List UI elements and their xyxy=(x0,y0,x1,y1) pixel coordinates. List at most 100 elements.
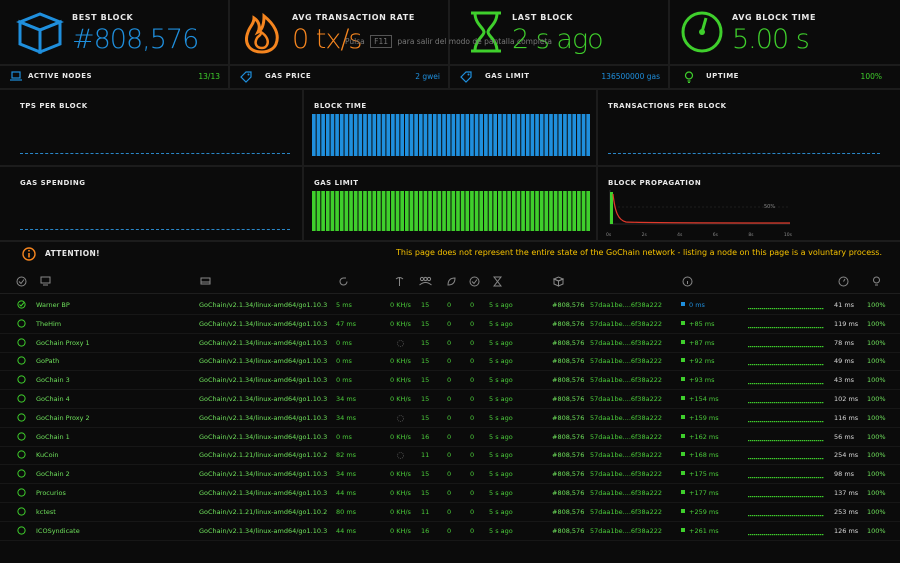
cube-icon xyxy=(16,12,64,54)
table-row[interactable]: GoChain 4 GoChain/v2.1.34/linux-amd64/go1… xyxy=(0,390,900,409)
node-status-icon[interactable] xyxy=(17,507,26,516)
node-status-icon[interactable] xyxy=(17,525,26,535)
node-block-hash: 57daa1be....6f38a222 xyxy=(590,319,662,328)
bar xyxy=(418,114,423,156)
bar xyxy=(432,114,437,156)
table-row[interactable]: Procurios GoChain/v2.1.34/linux-amd64/go1… xyxy=(0,484,900,503)
node-last-block: 5 s ago xyxy=(489,451,513,460)
node-status-icon[interactable] xyxy=(17,469,26,478)
node-status-icon[interactable] xyxy=(17,375,26,384)
node-avg-propagation: 137 ms xyxy=(834,489,859,497)
node-propagation: +261 ms xyxy=(689,526,719,535)
check-circle-icon[interactable] xyxy=(16,276,27,287)
node-latency: 34 ms xyxy=(336,470,357,479)
node-pending: 0 xyxy=(447,489,452,497)
laptop-icon xyxy=(10,71,22,81)
mining-off-icon xyxy=(397,414,404,422)
node-latency: 0 ms xyxy=(336,376,352,385)
pinned-check-icon[interactable] xyxy=(17,300,26,309)
propagation-marker xyxy=(681,433,685,438)
lightbulb-icon[interactable] xyxy=(872,276,881,287)
bar xyxy=(558,114,563,156)
bar xyxy=(363,114,367,156)
bar xyxy=(539,191,544,231)
table-row[interactable]: GoPath GoChain/v2.1.34/linux-amd64/go1.10… xyxy=(0,352,900,372)
bar xyxy=(465,114,470,156)
node-avg-propagation: 119 ms xyxy=(834,319,859,328)
cube-icon[interactable] xyxy=(553,276,564,287)
bar xyxy=(335,191,339,231)
monitor-icon[interactable] xyxy=(40,276,51,286)
table-row[interactable]: Warner BP GoChain/v2.1.34/linux-amd64/go1… xyxy=(0,296,900,315)
bar xyxy=(511,114,516,156)
node-status-icon[interactable] xyxy=(17,431,26,441)
propagation-sparkline xyxy=(748,308,824,310)
bar xyxy=(456,191,460,231)
node-block-hash: 57daa1be....6f38a222 xyxy=(590,413,662,422)
table-row[interactable]: GoChain Proxy 1 GoChain/v2.1.34/linux-amd… xyxy=(0,334,900,353)
bar xyxy=(330,114,335,156)
node-status-icon[interactable] xyxy=(17,450,26,459)
propagation-marker xyxy=(681,377,685,382)
node-block: #808,576 xyxy=(552,376,585,385)
node-block-hash: 57daa1be....6f38a222 xyxy=(590,489,662,497)
bar xyxy=(521,191,525,231)
refresh-icon[interactable] xyxy=(338,276,349,287)
node-status-icon[interactable] xyxy=(17,394,26,403)
info-circle-icon[interactable] xyxy=(682,276,693,287)
tps-baseline xyxy=(20,153,290,154)
node-avg-propagation: 253 ms xyxy=(834,507,859,516)
bar xyxy=(507,191,511,231)
bar xyxy=(511,191,516,231)
node-mining: 0 KH/s xyxy=(390,357,411,366)
table-row[interactable]: GoChain 2 GoChain/v2.1.34/linux-amd64/go1… xyxy=(0,465,900,485)
node-status-icon[interactable] xyxy=(17,337,26,347)
check-circle-icon[interactable] xyxy=(469,276,480,287)
peers-icon[interactable] xyxy=(419,276,432,286)
leaf-icon[interactable] xyxy=(446,276,457,287)
table-row[interactable]: GoChain 3 GoChain/v2.1.34/linux-amd64/go1… xyxy=(0,371,900,391)
node-block-hash: 57daa1be....6f38a222 xyxy=(590,301,662,309)
node-pending-txs: 0 xyxy=(470,432,475,441)
panel-title: GAS LIMIT xyxy=(314,179,359,187)
table-row[interactable]: kctest GoChain/v2.1.21/linux-amd64/go1.10… xyxy=(0,503,900,522)
bar xyxy=(363,191,367,231)
node-block-hash: 57daa1be....6f38a222 xyxy=(590,357,662,366)
node-status-icon[interactable] xyxy=(17,488,26,497)
node-mining: 0 KH/s xyxy=(390,489,411,497)
node-status-icon[interactable] xyxy=(17,413,26,422)
table-row[interactable]: KuCoin GoChain/v2.1.21/linux-amd64/go1.10… xyxy=(0,446,900,466)
hard-drive-icon[interactable] xyxy=(200,276,211,286)
bar xyxy=(484,191,488,231)
node-client: GoChain/v2.1.34/linux-amd64/go1.10.3 xyxy=(199,319,328,328)
node-peers: 15 xyxy=(421,357,430,366)
table-row[interactable]: GoChain Proxy 2 GoChain/v2.1.34/linux-amd… xyxy=(0,409,900,428)
stat-avg-transaction-rate: AVG TRANSACTION RATE 0 tx/s xyxy=(230,0,448,64)
node-propagation: +92 ms xyxy=(689,357,715,366)
bar xyxy=(525,191,530,231)
hourglass-icon[interactable] xyxy=(493,276,502,287)
bar xyxy=(316,191,321,231)
stat-value: 136500000 gas xyxy=(601,72,660,81)
table-row[interactable]: TheHim GoChain/v2.1.34/linux-amd64/go1.10… xyxy=(0,315,900,334)
bar xyxy=(358,114,363,156)
node-block: #808,576 xyxy=(552,432,585,441)
node-block: #808,576 xyxy=(552,319,585,328)
node-status-icon[interactable] xyxy=(17,319,26,328)
bar xyxy=(474,114,479,156)
table-row[interactable]: ICOSyndicate GoChain/v2.1.34/linux-amd64/… xyxy=(0,522,900,541)
table-row[interactable]: GoChain 1 GoChain/v2.1.34/linux-amd64/go1… xyxy=(0,428,900,447)
pickaxe-icon[interactable] xyxy=(394,276,405,287)
node-latency: 47 ms xyxy=(336,319,357,328)
node-propagation: 0 ms xyxy=(689,301,705,309)
panel-title: TRANSACTIONS PER BLOCK xyxy=(608,102,727,110)
bar xyxy=(372,114,377,156)
node-block-hash: 57daa1be....6f38a222 xyxy=(590,470,662,479)
node-pending: 0 xyxy=(447,376,452,385)
node-peers: 15 xyxy=(421,413,430,422)
node-client: GoChain/v2.1.34/linux-amd64/go1.10.3 xyxy=(199,526,328,535)
mining-off-icon xyxy=(397,339,404,347)
clock-icon[interactable] xyxy=(838,276,849,287)
node-status-icon[interactable] xyxy=(17,356,26,365)
propagation-marker xyxy=(681,396,685,400)
